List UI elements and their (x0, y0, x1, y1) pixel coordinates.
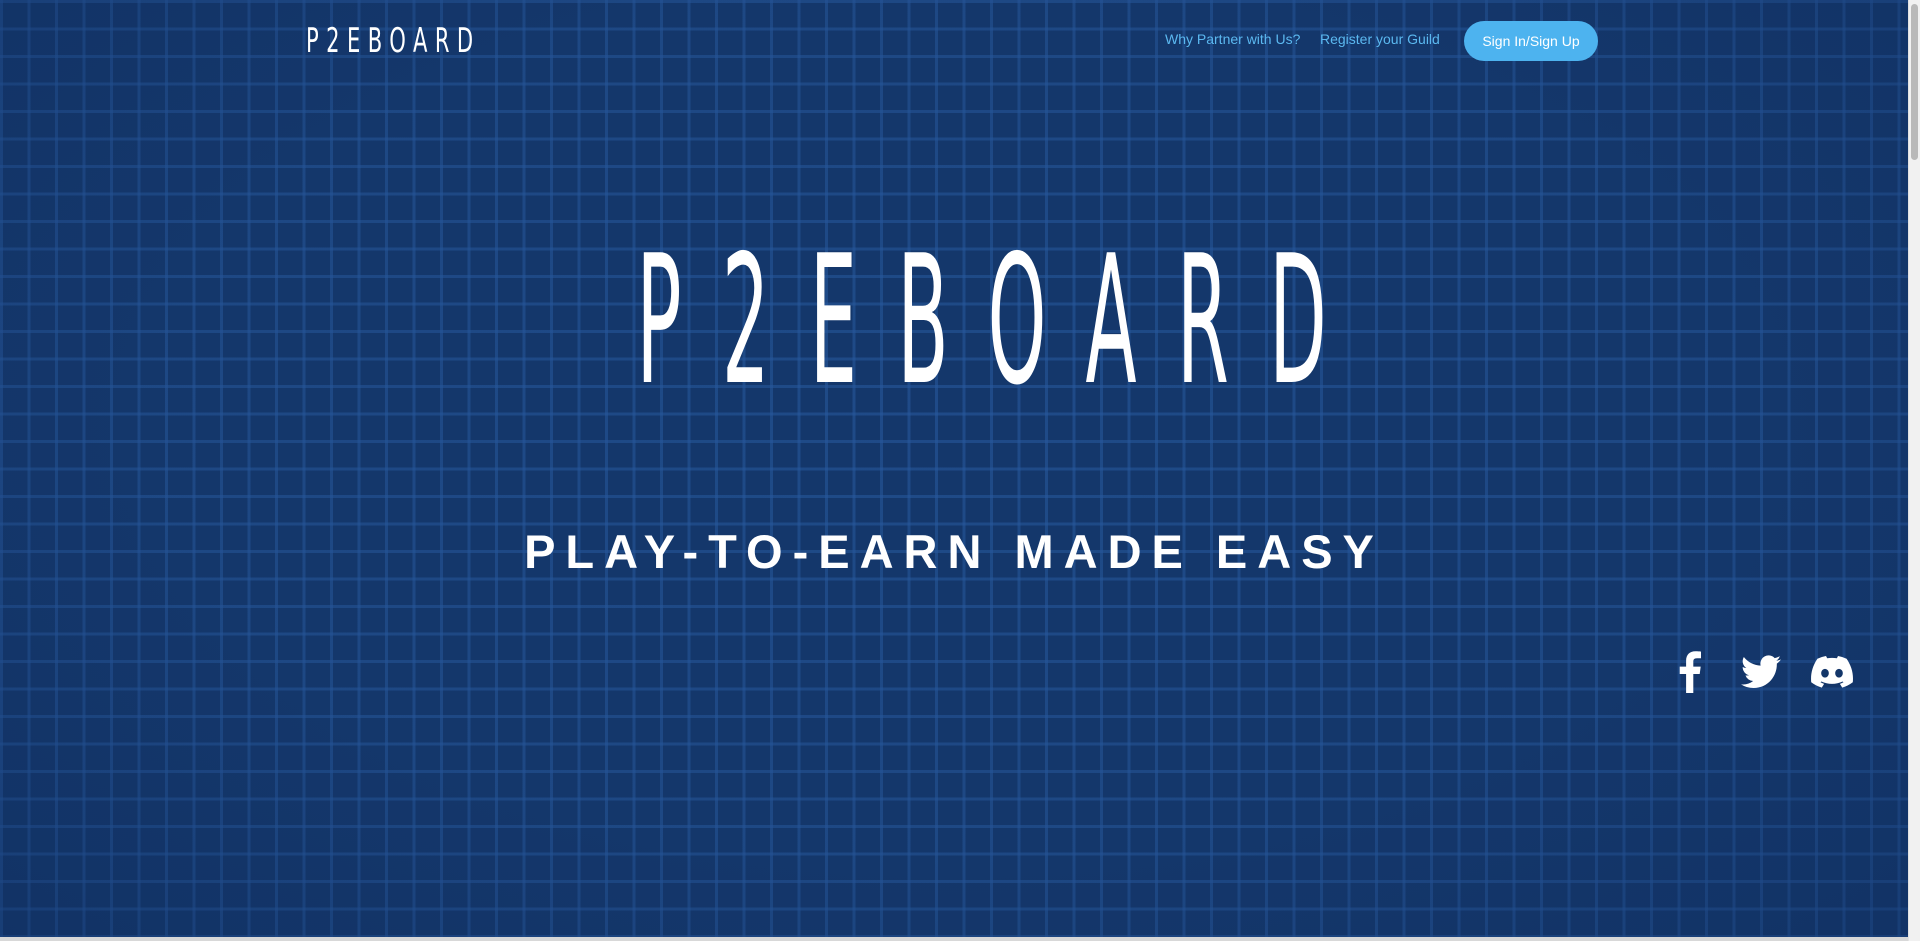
header-logo[interactable]: P2EBOARD (306, 20, 481, 62)
sign-in-sign-up-button[interactable]: Sign In/Sign Up (1464, 21, 1598, 61)
discord-icon[interactable] (1810, 650, 1854, 694)
twitter-icon[interactable] (1739, 650, 1783, 694)
hero-title-text: P2EBOARD (636, 217, 1368, 424)
hero-title: P2EBOARD (0, 226, 1908, 416)
facebook-icon-glyph (1679, 651, 1701, 693)
scrollbar-thumb[interactable] (1911, 4, 1918, 160)
facebook-icon[interactable] (1668, 650, 1712, 694)
vertical-scrollbar[interactable] (1908, 0, 1920, 941)
nav-link-register-guild[interactable]: Register your Guild (1320, 31, 1440, 47)
nav-link-why-partner[interactable]: Why Partner with Us? (1165, 31, 1300, 47)
top-navigation: P2EBOARD Why Partner with Us? Register y… (0, 0, 1908, 82)
twitter-icon-glyph (1741, 655, 1781, 688)
background-vignette (0, 0, 1908, 941)
landing-page: P2EBOARD Why Partner with Us? Register y… (0, 0, 1908, 941)
window-bottom-edge (0, 937, 1908, 941)
hero-tagline: PLAY-TO-EARN MADE EASY (524, 525, 1384, 578)
discord-icon-glyph (1811, 656, 1853, 688)
